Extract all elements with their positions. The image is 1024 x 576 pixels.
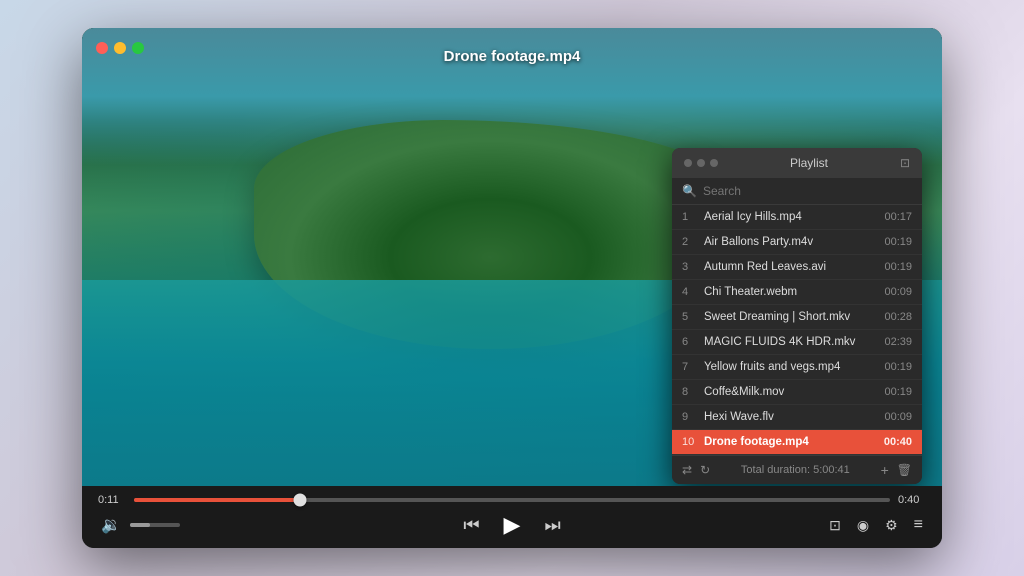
playlist-item[interactable]: 5 Sweet Dreaming | Short.mkv 00:28 (672, 305, 922, 330)
item-name: MAGIC FLUIDS 4K HDR.mkv (704, 336, 878, 348)
playlist-item[interactable]: 9 Hexi Wave.flv 00:09 (672, 405, 922, 430)
item-number: 6 (682, 336, 698, 348)
item-duration: 00:28 (884, 311, 912, 323)
current-time: 0:11 (98, 494, 126, 506)
playlist-toggle-button[interactable]: ≡ (911, 513, 926, 537)
item-name: Coffe&Milk.mov (704, 386, 878, 398)
progress-thumb[interactable] (294, 494, 307, 507)
item-name: Hexi Wave.flv (704, 411, 878, 423)
volume-button[interactable]: 🔉 (98, 512, 124, 538)
total-duration: Total duration: 5:00:41 (718, 464, 872, 476)
fullscreen-button[interactable] (132, 42, 144, 54)
controls-row: 🔉 ⏮ ▶ ⏭ ⊡ ◉ ⚙ ≡ (98, 512, 926, 538)
controls-right: ⊡ ◉ ⚙ ≡ (826, 513, 926, 537)
forward-button[interactable]: ⏭ (541, 512, 563, 539)
airplay-button[interactable]: ⊡ (826, 514, 844, 537)
item-duration: 00:19 (884, 261, 912, 273)
item-name: Chi Theater.webm (704, 286, 878, 298)
search-input[interactable] (703, 184, 912, 198)
add-to-playlist-button[interactable]: + (881, 462, 889, 478)
controls-center: ⏮ ▶ ⏭ (460, 509, 563, 541)
playlist-footer: ⇄ ↻ Total duration: 5:00:41 + 🗑 (672, 455, 922, 484)
item-name: Autumn Red Leaves.avi (704, 261, 878, 273)
shuffle-icon[interactable]: ⇄ (682, 463, 692, 477)
playlist-item[interactable]: 1 Aerial Icy Hills.mp4 00:17 (672, 205, 922, 230)
item-number: 4 (682, 286, 698, 298)
playlist-item[interactable]: 6 MAGIC FLUIDS 4K HDR.mkv 02:39 (672, 330, 922, 355)
item-duration: 00:19 (884, 361, 912, 373)
item-name: Aerial Icy Hills.mp4 (704, 211, 878, 223)
playlist-expand-button[interactable]: ⊡ (900, 156, 910, 170)
playlist-items: 1 Aerial Icy Hills.mp4 00:17 2 Air Ballo… (672, 205, 922, 455)
item-number: 3 (682, 261, 698, 273)
play-pause-button[interactable]: ▶ (501, 509, 524, 541)
video-title: Drone footage.mp4 (444, 48, 581, 65)
volume-slider[interactable] (130, 523, 180, 527)
playlist-header: Playlist ⊡ (672, 148, 922, 178)
search-icon: 🔍 (682, 184, 697, 198)
rewind-button[interactable]: ⏮ (460, 512, 482, 539)
playlist-item[interactable]: 10 Drone footage.mp4 00:40 (672, 430, 922, 455)
total-time: 0:40 (898, 494, 926, 506)
item-number: 2 (682, 236, 698, 248)
repeat-icon[interactable]: ↻ (700, 463, 710, 477)
playlist-item[interactable]: 7 Yellow fruits and vegs.mp4 00:19 (672, 355, 922, 380)
video-area[interactable]: Drone footage.mp4 Playlist ⊡ 🔍 1 Aerial … (82, 28, 942, 486)
player-window: Drone footage.mp4 Playlist ⊡ 🔍 1 Aerial … (82, 28, 942, 548)
item-duration: 00:19 (884, 386, 912, 398)
controls-left: 🔉 (98, 512, 180, 538)
search-row: 🔍 (672, 178, 922, 205)
progress-fill (134, 498, 300, 502)
playlist-item[interactable]: 4 Chi Theater.webm 00:09 (672, 280, 922, 305)
playlist-item[interactable]: 2 Air Ballons Party.m4v 00:19 (672, 230, 922, 255)
playlist-item[interactable]: 8 Coffe&Milk.mov 00:19 (672, 380, 922, 405)
dot-1 (684, 159, 692, 167)
audio-button[interactable]: ◉ (854, 514, 872, 537)
dot-3 (710, 159, 718, 167)
item-number: 8 (682, 386, 698, 398)
traffic-lights (96, 42, 144, 54)
item-name: Drone footage.mp4 (704, 436, 878, 448)
item-number: 10 (682, 436, 698, 448)
playlist-item[interactable]: 3 Autumn Red Leaves.avi 00:19 (672, 255, 922, 280)
item-duration: 00:09 (884, 286, 912, 298)
item-name: Yellow fruits and vegs.mp4 (704, 361, 878, 373)
item-duration: 00:17 (884, 211, 912, 223)
progress-row: 0:11 0:40 (98, 494, 926, 506)
item-number: 5 (682, 311, 698, 323)
item-number: 9 (682, 411, 698, 423)
item-duration: 00:40 (884, 436, 912, 448)
volume-fill (130, 523, 150, 527)
close-button[interactable] (96, 42, 108, 54)
minimize-button[interactable] (114, 42, 126, 54)
item-duration: 00:09 (884, 411, 912, 423)
item-duration: 02:39 (884, 336, 912, 348)
playlist-title: Playlist (718, 156, 900, 170)
item-number: 1 (682, 211, 698, 223)
item-name: Air Ballons Party.m4v (704, 236, 878, 248)
delete-from-playlist-button[interactable]: 🗑 (897, 463, 912, 477)
dot-2 (697, 159, 705, 167)
item-duration: 00:19 (884, 236, 912, 248)
playlist-panel: Playlist ⊡ 🔍 1 Aerial Icy Hills.mp4 00:1… (672, 148, 922, 484)
item-number: 7 (682, 361, 698, 373)
settings-button[interactable]: ⚙ (882, 514, 901, 537)
playlist-dots (684, 159, 718, 167)
item-name: Sweet Dreaming | Short.mkv (704, 311, 878, 323)
controls-bar: 0:11 0:40 🔉 ⏮ ▶ ⏭ ⊡ ◉ ⚙ (82, 486, 942, 548)
progress-track[interactable] (134, 498, 890, 502)
